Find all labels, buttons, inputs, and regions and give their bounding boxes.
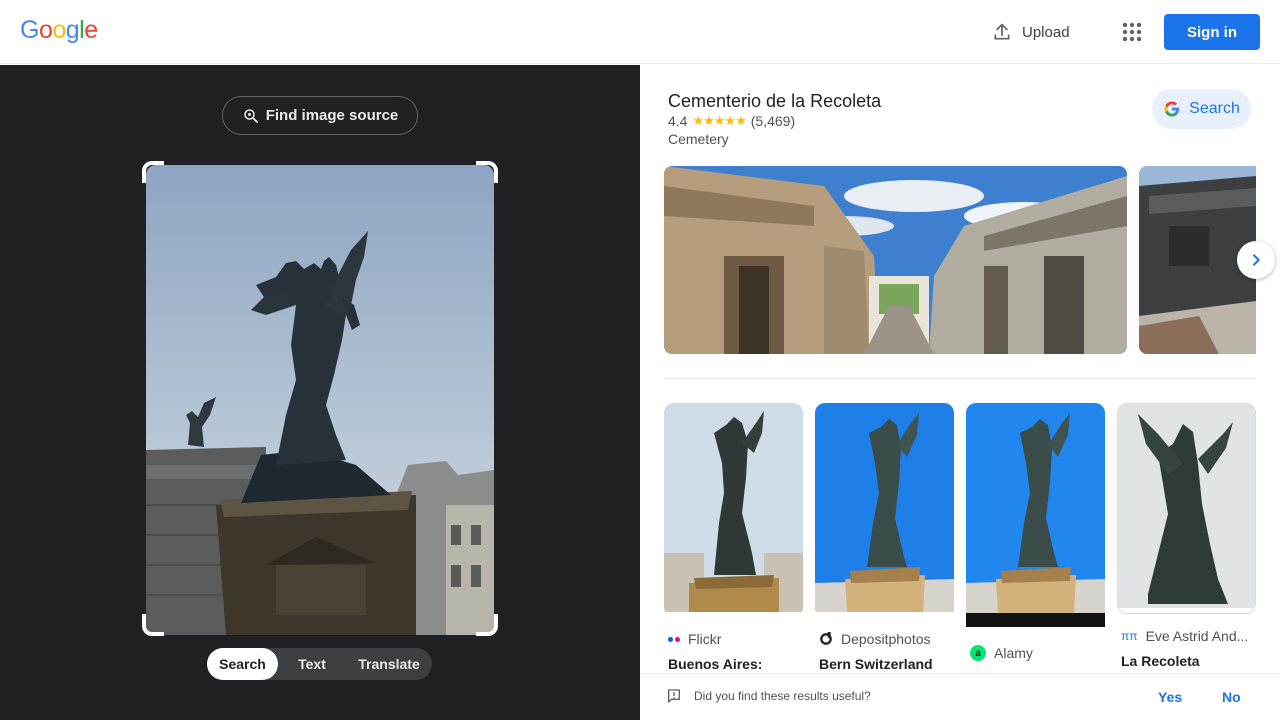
sign-in-button[interactable]: Sign in [1164,14,1260,50]
result-thumbnail[interactable] [1117,403,1256,614]
depositphotos-icon [820,632,832,645]
upload-icon [994,23,1010,40]
result-source[interactable]: ππ Eve Astrid And... [1117,628,1256,644]
mode-tabs: Search Text Translate [207,648,432,680]
result-source[interactable]: a Alamy [966,645,1105,661]
result-title[interactable]: Buenos Aires: [664,656,803,672]
logo-letter: e [84,16,98,44]
visual-match-card[interactable]: ππ Eve Astrid And... La Recoleta [1117,403,1256,669]
tab-translate[interactable]: Translate [346,648,432,680]
visual-match-card[interactable]: Flickr Buenos Aires: [664,403,803,672]
find-image-source-label: Find image source [265,107,399,124]
crop-handle-bottom-right[interactable] [476,614,498,636]
apps-grid-icon[interactable] [1120,20,1144,44]
result-title[interactable]: Bern Switzerland [815,656,954,672]
crop-handle-bottom-left[interactable] [142,614,164,636]
result-title[interactable]: La Recoleta [1117,653,1256,669]
star-rating-icon: ★★★★★ [692,113,746,128]
result-thumbnail[interactable] [664,403,803,617]
lens-search-icon [243,108,258,123]
logo-letter: G [20,16,39,44]
flickr-icon [668,636,680,642]
rating-row: 4.4 ★★★★★ (5,469) [668,113,795,129]
feedback-question: Did you find these results useful? [694,689,871,703]
feedback-yes-button[interactable]: Yes [1158,689,1182,705]
result-source[interactable]: Depositphotos [815,631,954,647]
result-thumbnail[interactable] [815,403,954,617]
rating-value: 4.4 [668,113,688,129]
place-title[interactable]: Cementerio de la Recoleta [668,91,881,112]
crop-handle-top-left[interactable] [142,161,164,183]
result-source-label: Depositphotos [841,631,931,647]
results-pane: Cementerio de la Recoleta 4.4 ★★★★★ (5,4… [640,65,1280,720]
result-thumbnail[interactable] [966,403,1105,632]
query-image-pane: Find image source Search Text Translate [0,65,640,720]
place-category: Cemetery [668,131,729,147]
upload-button[interactable]: Upload [992,20,1070,44]
visual-match-card[interactable]: a Alamy [966,403,1105,661]
google-logo[interactable]: Google [20,16,98,45]
top-bar: Google Upload Sign in [0,0,1280,64]
result-source[interactable]: Flickr [664,631,803,647]
place-photo[interactable] [664,166,1127,354]
visual-match-card[interactable]: Depositphotos Bern Switzerland [815,403,954,672]
google-search-button[interactable]: Search [1152,89,1251,129]
logo-letter: o [52,16,66,44]
section-divider [664,378,1256,379]
result-source-label: Flickr [688,631,722,647]
crop-handle-top-right[interactable] [476,161,498,183]
feedback-no-button[interactable]: No [1222,689,1241,705]
result-source-label: Eve Astrid And... [1145,628,1249,644]
google-search-label: Search [1189,100,1240,117]
review-count: (5,469) [750,113,796,129]
logo-letter: o [38,16,53,44]
chevron-right-icon [1253,254,1260,266]
tab-text[interactable]: Text [278,648,346,680]
carousel-next-button[interactable] [1237,241,1275,279]
result-source-label: Alamy [994,645,1033,661]
upload-label: Upload [1022,23,1070,41]
source-favicon-icon: ππ [1121,629,1138,643]
alamy-icon: a [970,645,986,661]
tab-search[interactable]: Search [207,648,278,680]
find-image-source-button[interactable]: Find image source [222,96,418,135]
logo-letter: g [65,16,80,44]
feedback-bar: Did you find these results useful? Yes N… [640,673,1280,720]
google-g-icon [1164,101,1180,117]
query-image[interactable] [146,165,494,635]
feedback-icon [668,689,680,703]
